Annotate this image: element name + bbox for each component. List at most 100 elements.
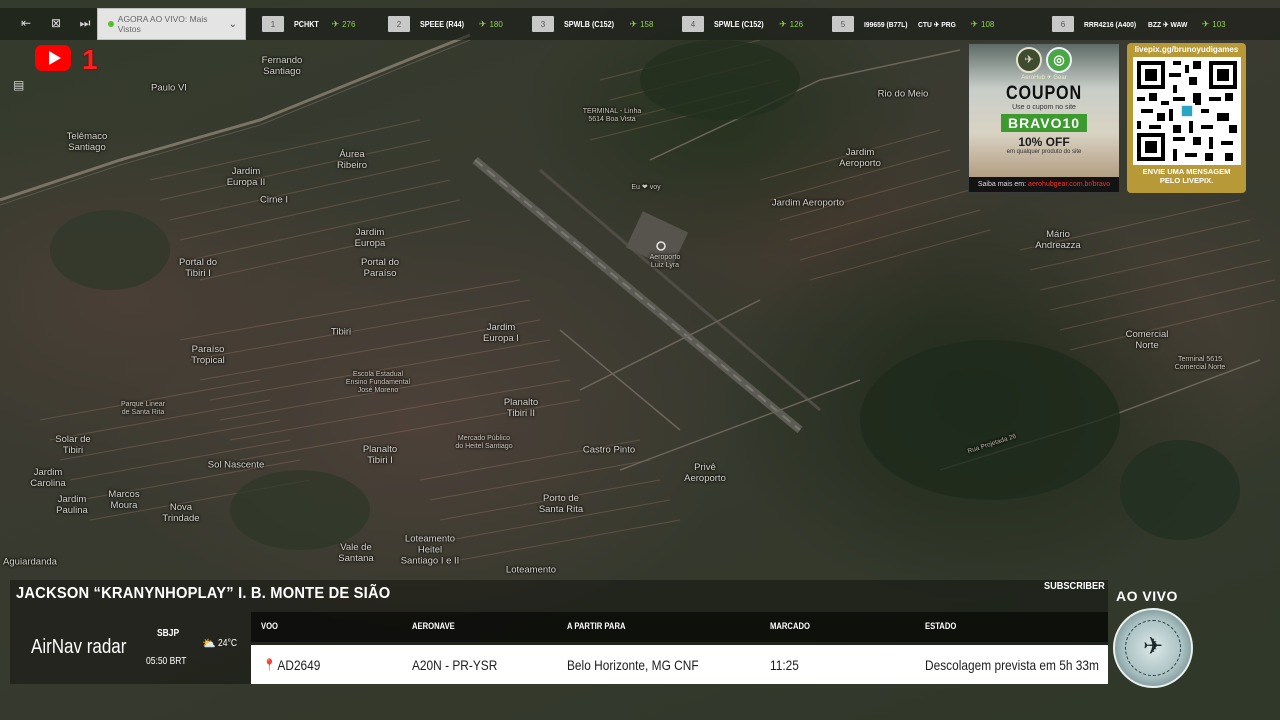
layers-icon[interactable]: ▤ (13, 78, 29, 92)
map-label-jeuropa: Jardim Europa (354, 227, 386, 249)
header-aircraft: AERONAVE (412, 621, 455, 631)
flight-chip-number: 2 (388, 16, 410, 32)
cell-from-to: Belo Horizonte, MG CNF (567, 657, 699, 673)
table-row[interactable]: 📍 AD2649 A20N - PR-YSR Belo Horizonte, M… (251, 645, 1108, 684)
cell-scheduled: 11:25 (770, 657, 799, 673)
header-flight: VOO (261, 621, 279, 631)
map-label-paulo: Paulo VI (151, 82, 187, 94)
livepix-link: livepix.gg/brunoyudigames (1134, 45, 1239, 54)
target-logo-icon: ◎ (1046, 47, 1072, 73)
live-label: AO VIVO (1116, 588, 1178, 604)
flight-chip-count-group: ✈ 276 (332, 19, 356, 30)
map-label-castropinto: Castro Pinto (582, 444, 636, 456)
top-bar: ⇤ ⊠ ⏭ AGORA AO VIVO: Mais Vistos ⌄ 1 PCH… (0, 8, 1280, 40)
flight-chip-callsign: I99659 (B77L) (864, 19, 908, 29)
youtube-badge: 1 (82, 44, 98, 75)
map-label-jeuropa2: Jardim Europa II (226, 166, 266, 188)
play-icon (48, 51, 61, 65)
flight-chip-count-group: ✈ 108 (970, 19, 994, 30)
coupon-subtitle: Use o cupom no site (1012, 104, 1076, 111)
flight-chip-number: 1 (262, 16, 284, 32)
flight-chip-number: 3 (532, 16, 554, 32)
airnav-radar-logo: AirNav radar (31, 636, 126, 659)
weather-readout: ⛅ 24°C (202, 637, 240, 650)
header-status: ESTADO (925, 621, 957, 631)
flight-chip-5[interactable]: 5 I99659 (B77L) CTU ✈ PRG ✈ 108 (832, 8, 994, 40)
airnav-logo-light: radar (86, 636, 127, 658)
cell-flight: 📍 AD2649 (263, 657, 320, 673)
map-label-riomeio: Rio do Meio (877, 88, 929, 100)
map-label-planalto2: Planalto Tibiri II (503, 397, 539, 419)
cell-flight-value: AD2649 (277, 657, 321, 673)
flight-chip-3[interactable]: 3 SPWLB (C152) ✈ 158 (532, 8, 653, 40)
map-label-marcos: Marcos Moura (108, 489, 140, 511)
qr-code-graphic (1136, 61, 1237, 161)
flight-chip-count: 276 (342, 19, 356, 29)
livepix-cta: ENVIE UMA MENSAGEM PELO LIVEPIX. (1142, 167, 1231, 185)
coupon-footer-label: Saiba mais em: (977, 181, 1027, 188)
plane-icon: ✈ (1142, 633, 1164, 660)
plane-icon: ✈ (331, 18, 340, 29)
live-select-dropdown[interactable]: AGORA AO VIVO: Mais Vistos ⌄ (97, 8, 246, 40)
map-label-jaeroporto: Jardim Aeroporto (839, 147, 881, 169)
flight-chip-1[interactable]: 1 PCHKT ✈ 276 (262, 8, 355, 40)
flight-table-header: VOO AERONAVE A PARTIR PARA MARCADO ESTAD… (251, 612, 1108, 642)
map-label-loteamento: Loteamento Heitel Santiago I e II (400, 533, 460, 567)
map-label-jcarolina: Jardim Carolina (30, 467, 66, 489)
map-label-mercado: Mercado Público do Heitel Santiago (455, 435, 513, 450)
map-label-jeuropa1: Jardim Europa I (483, 322, 519, 344)
flight-chip-count: 180 (489, 19, 503, 29)
coupon-footer: Saiba mais em: aerohubgear.com.br/bravo (969, 177, 1119, 192)
window-icon[interactable]: ⊠ (49, 17, 63, 29)
map-label-loteamento2: Loteamento (505, 564, 557, 576)
coupon-banner[interactable]: ✈ ◎ AeroHub ✈ Gear COUPON Use o cupom no… (968, 43, 1120, 193)
map-label-terminal: TERMINAL - Linha 5614 Boa Vista (582, 108, 642, 123)
coupon-discount: 10% OFF (1018, 135, 1070, 149)
flight-chip-count-group: ✈ 126 (779, 19, 803, 30)
flight-chip-count-group: ✈ 103 (1202, 19, 1226, 30)
map-label-aguiar: Aguiardanda (3, 556, 57, 568)
livepix-qr-panel[interactable]: livepix.gg/brunoyudigames ENVIE UMA MENS… (1127, 43, 1246, 193)
live-select-label: AGORA AO VIVO: Mais Vistos (117, 14, 208, 34)
skip-next-icon[interactable]: ⏭ (78, 17, 92, 29)
coupon-title: COUPON (1006, 83, 1082, 104)
cell-status: Descolagem prevista em 5h 33m (925, 657, 1099, 673)
map-label-pparaiso: Portal do Paraíso (360, 257, 400, 279)
flight-chip-4[interactable]: 4 SPWLE (C152) ✈ 126 (682, 8, 803, 40)
airnav-logo-bold: AirNav (31, 636, 83, 658)
flight-chip-2[interactable]: 2 SPEEE (R44) ✈ 180 (388, 8, 503, 40)
map-label-euvoy: Eu ❤ voy (631, 184, 661, 191)
flight-chip-number: 5 (832, 16, 854, 32)
plane-icon: ✈ (629, 18, 638, 29)
flight-chip-count-group: ✈ 180 (479, 19, 503, 30)
map-label-telemaco: Telêmaco Santiago (66, 131, 108, 153)
map-label-aeroporto: Aeroporto Luiz Lyra (649, 254, 681, 269)
flight-chip-count: 103 (1212, 19, 1226, 29)
coupon-footer-url: aerohubgear.com.br/bravo (1028, 181, 1111, 188)
plane-icon: ✈ (1201, 18, 1210, 29)
pilot-name: JACKSON “KRANYNHOPLAY” I. B. MONTE DE SI… (16, 585, 391, 602)
youtube-logo-icon[interactable] (35, 45, 71, 71)
map-label-vale: Vale de Santana (338, 542, 374, 564)
channel-badge-icon: ✈ (1113, 608, 1193, 688)
collapse-sidebar-icon[interactable]: ⇤ (19, 17, 33, 29)
cell-aircraft: A20N - PR-YSR (412, 657, 498, 673)
flight-chip-route: CTU ✈ PRG (918, 19, 957, 29)
coupon-brand: AeroHub ✈ Gear (1021, 75, 1067, 81)
flight-chip-callsign: SPEEE (R44) (420, 19, 465, 29)
coupon-description: em qualquer produto do site (1006, 149, 1082, 155)
flight-chip-callsign: RRR4216 (A400) (1084, 19, 1137, 29)
map-label-fernando: Fernando Santiago (261, 55, 303, 77)
flight-chip-6[interactable]: 6 RRR4216 (A400) BZZ ✈ WAW ✈ 103 (1052, 8, 1226, 40)
location-pin-icon: 📍 (263, 658, 276, 672)
map-label-cirne: Cirne I (260, 194, 288, 206)
flight-chip-callsign: SPWLB (C152) (564, 19, 615, 29)
map-label-tibiri: Tibiri (330, 326, 352, 338)
flight-chip-count: 158 (640, 19, 654, 29)
plane-icon: ✈ (478, 18, 487, 29)
subscriber-label: SUBSCRIBER (1044, 581, 1105, 592)
map-label-jpaulina: Jardim Paulina (56, 494, 88, 516)
map-label-ptropical: Paraíso Tropical (191, 344, 225, 366)
flight-chip-callsign: SPWLE (C152) (714, 19, 764, 29)
airport-code: SBJP (157, 628, 180, 639)
